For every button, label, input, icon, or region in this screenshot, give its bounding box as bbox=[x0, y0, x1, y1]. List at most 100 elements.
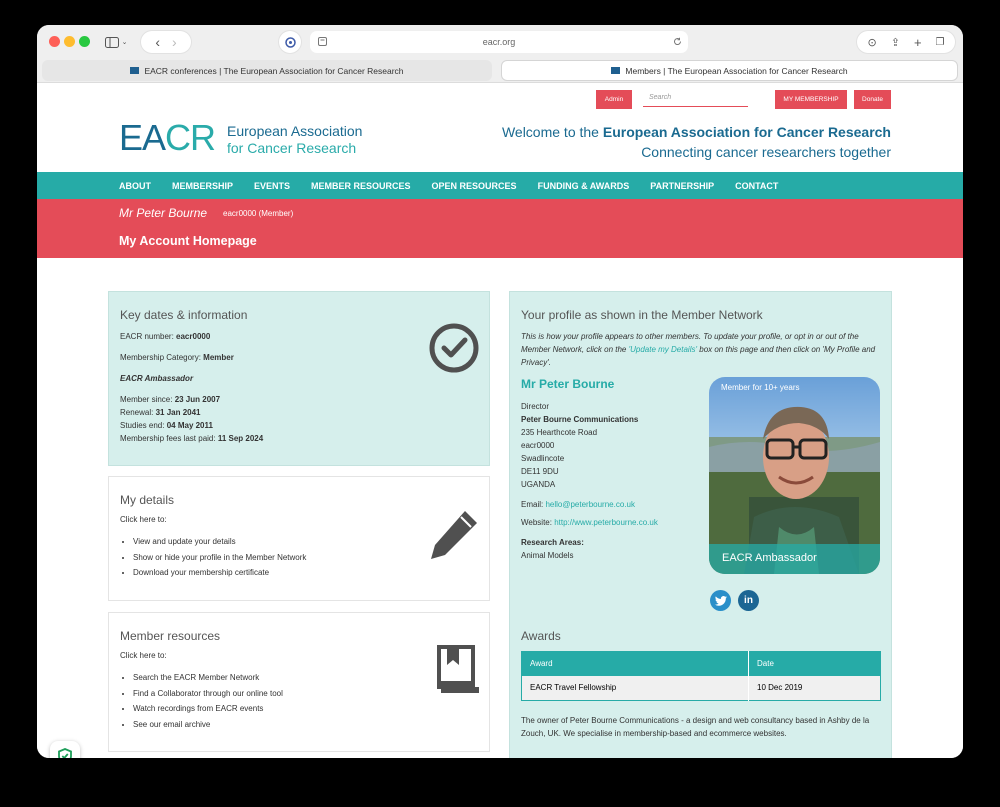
list-item[interactable]: Find a Collaborator through our online t… bbox=[133, 686, 478, 702]
ambassador-caption: EACR Ambassador bbox=[722, 552, 817, 564]
logo-line-1: European Association bbox=[227, 123, 363, 139]
nav-item-open-resources[interactable]: OPEN RESOURCES bbox=[432, 181, 517, 191]
chevron-down-icon: ⌄ bbox=[121, 39, 128, 46]
address-bar[interactable]: eacr.org bbox=[310, 31, 688, 53]
tab-strip: EACR conferences | The European Associat… bbox=[37, 58, 963, 83]
renewal-date: Renewal: 31 Jan 2041 bbox=[120, 408, 201, 417]
share-icon[interactable]: ⇪ bbox=[891, 36, 900, 49]
pencil-icon bbox=[431, 511, 477, 559]
my-membership-button[interactable]: MY MEMBERSHIP bbox=[775, 90, 847, 109]
awards-title: Awards bbox=[521, 629, 561, 643]
twitter-button[interactable] bbox=[710, 590, 731, 611]
download-icon[interactable]: ⊙ bbox=[868, 36, 877, 49]
twitter-icon bbox=[714, 595, 727, 606]
studies-end: Studies end: 04 May 2011 bbox=[120, 421, 213, 430]
profile-intro: This is how your profile appears to othe… bbox=[521, 332, 876, 367]
toolbar-right-group: ⊙ ⇪ + ❐ bbox=[857, 31, 955, 53]
tab-eacr-conferences[interactable]: EACR conferences | The European Associat… bbox=[42, 60, 492, 81]
table-row: EACR Travel Fellowship 10 Dec 2019 bbox=[521, 675, 881, 701]
nav-item-events[interactable]: EVENTS bbox=[254, 181, 290, 191]
sidebar-icon bbox=[104, 36, 119, 48]
url-text: eacr.org bbox=[482, 37, 516, 47]
security-widget-button[interactable] bbox=[50, 741, 80, 758]
member-resources-title: Member resources bbox=[120, 629, 221, 643]
key-dates-title: Key dates & information bbox=[120, 308, 248, 322]
eacr-logo[interactable]: EACR bbox=[119, 117, 216, 158]
key-dates-card: Key dates & information EACR number: eac… bbox=[108, 291, 490, 466]
donate-button[interactable]: Donate bbox=[854, 90, 891, 109]
membership-category: Membership Category: Member bbox=[120, 353, 234, 362]
email-link[interactable]: hello@peterbourne.co.uk bbox=[545, 500, 635, 509]
profile-title: Your profile as shown in the Member Netw… bbox=[521, 308, 763, 322]
back-forward-group: ‹ › bbox=[141, 31, 191, 53]
tagline: Connecting cancer researchers together bbox=[641, 144, 891, 160]
list-item[interactable]: Watch recordings from EACR events bbox=[133, 701, 478, 717]
my-details-title: My details bbox=[120, 493, 175, 507]
fees-last-paid: Membership fees last paid: 11 Sep 2024 bbox=[120, 434, 264, 443]
ambassador-label: EACR Ambassador bbox=[120, 374, 194, 383]
website-link[interactable]: http://www.peterbourne.co.uk bbox=[554, 518, 658, 527]
favicon-icon bbox=[611, 67, 621, 74]
logo-text: European Association for Cancer Research bbox=[227, 123, 362, 157]
bio-text: The owner of Peter Bourne Communications… bbox=[521, 716, 870, 738]
nav-item-funding-awards[interactable]: FUNDING & AWARDS bbox=[538, 181, 630, 191]
reload-icon[interactable] bbox=[673, 37, 682, 46]
nav-item-partnership[interactable]: PARTNERSHIP bbox=[650, 181, 714, 191]
search-input[interactable]: Search bbox=[643, 90, 748, 107]
minimize-window-button[interactable] bbox=[64, 36, 75, 47]
browser-window: ⌄ ‹ › eacr.org ⊙ ⇪ + ❐ EACR conferences … bbox=[37, 25, 963, 758]
tab-title: EACR conferences | The European Associat… bbox=[144, 65, 404, 76]
main-navigation: ABOUT MEMBERSHIP EVENTS MEMBER RESOURCES… bbox=[37, 172, 963, 199]
linkedin-button[interactable]: in bbox=[738, 590, 759, 611]
update-details-link[interactable]: 'Update my Details' bbox=[629, 345, 697, 354]
nav-item-about[interactable]: ABOUT bbox=[119, 181, 151, 191]
web-page: Admin Search MY MEMBERSHIP Donate EACR E… bbox=[37, 83, 963, 758]
member-resources-card[interactable]: Member resources Click here to: Search t… bbox=[108, 612, 490, 752]
back-button[interactable]: ‹ bbox=[155, 34, 160, 50]
logo-line-2: for Cancer Research bbox=[227, 140, 357, 156]
linkedin-icon: in bbox=[744, 595, 753, 606]
nav-item-contact[interactable]: CONTACT bbox=[735, 181, 778, 191]
tab-members[interactable]: Members | The European Association for C… bbox=[501, 60, 958, 81]
member-since: Member since: 23 Jun 2007 bbox=[120, 395, 221, 404]
awards-table: Award Date EACR Travel Fellowship 10 Dec… bbox=[521, 651, 881, 701]
tab-overview-icon[interactable]: ❐ bbox=[936, 37, 945, 48]
list-item[interactable]: Search the EACR Member Network bbox=[133, 670, 478, 686]
page-title: My Account Homepage bbox=[119, 234, 257, 248]
portrait-photo bbox=[709, 377, 880, 574]
shield-check-icon bbox=[58, 748, 72, 758]
list-item[interactable]: Download your membership certificate bbox=[133, 565, 478, 581]
logo-ea: EA bbox=[119, 117, 166, 158]
privacy-report-button[interactable] bbox=[279, 31, 301, 53]
list-item[interactable]: See our email archive bbox=[133, 717, 478, 733]
book-icon bbox=[437, 645, 479, 693]
new-tab-icon[interactable]: + bbox=[914, 35, 922, 50]
nav-item-membership[interactable]: MEMBERSHIP bbox=[172, 181, 233, 191]
account-banner: Mr Peter Bourne eacr0000 (Member) My Acc… bbox=[37, 199, 963, 258]
table-cell: EACR Travel Fellowship bbox=[521, 675, 749, 701]
profile-photo: Member for 10+ years EACR Ambassador bbox=[709, 377, 880, 574]
page-menu-icon bbox=[318, 37, 327, 46]
forward-button[interactable]: › bbox=[172, 34, 177, 50]
account-name: Mr Peter Bourne bbox=[119, 206, 208, 220]
nav-item-member-resources[interactable]: MEMBER RESOURCES bbox=[311, 181, 411, 191]
column-header: Award bbox=[521, 651, 749, 676]
tab-title: Members | The European Association for C… bbox=[625, 65, 848, 76]
browser-toolbar: ⌄ ‹ › eacr.org ⊙ ⇪ + ❐ bbox=[37, 25, 963, 58]
welcome-prefix: Welcome to the bbox=[501, 124, 603, 140]
welcome-org-name: European Association for Cancer Research bbox=[602, 124, 891, 140]
table-header-row: Award Date bbox=[521, 651, 881, 676]
column-header: Date bbox=[748, 651, 881, 676]
table-cell: 10 Dec 2019 bbox=[748, 675, 881, 701]
admin-button[interactable]: Admin bbox=[596, 90, 632, 109]
welcome-banner: Welcome to the European Association for … bbox=[502, 122, 891, 162]
eacr-number: EACR number: eacr0000 bbox=[120, 332, 211, 341]
close-window-button[interactable] bbox=[49, 36, 60, 47]
shield-icon bbox=[284, 36, 296, 48]
member-resources-intro: Click here to: bbox=[120, 651, 167, 660]
member-years-badge: Member for 10+ years bbox=[721, 383, 800, 392]
my-details-card[interactable]: My details Click here to: View and updat… bbox=[108, 476, 490, 601]
sidebar-toggle-button[interactable]: ⌄ bbox=[99, 31, 133, 53]
zoom-window-button[interactable] bbox=[79, 36, 90, 47]
account-member-id: eacr0000 (Member) bbox=[223, 209, 294, 218]
